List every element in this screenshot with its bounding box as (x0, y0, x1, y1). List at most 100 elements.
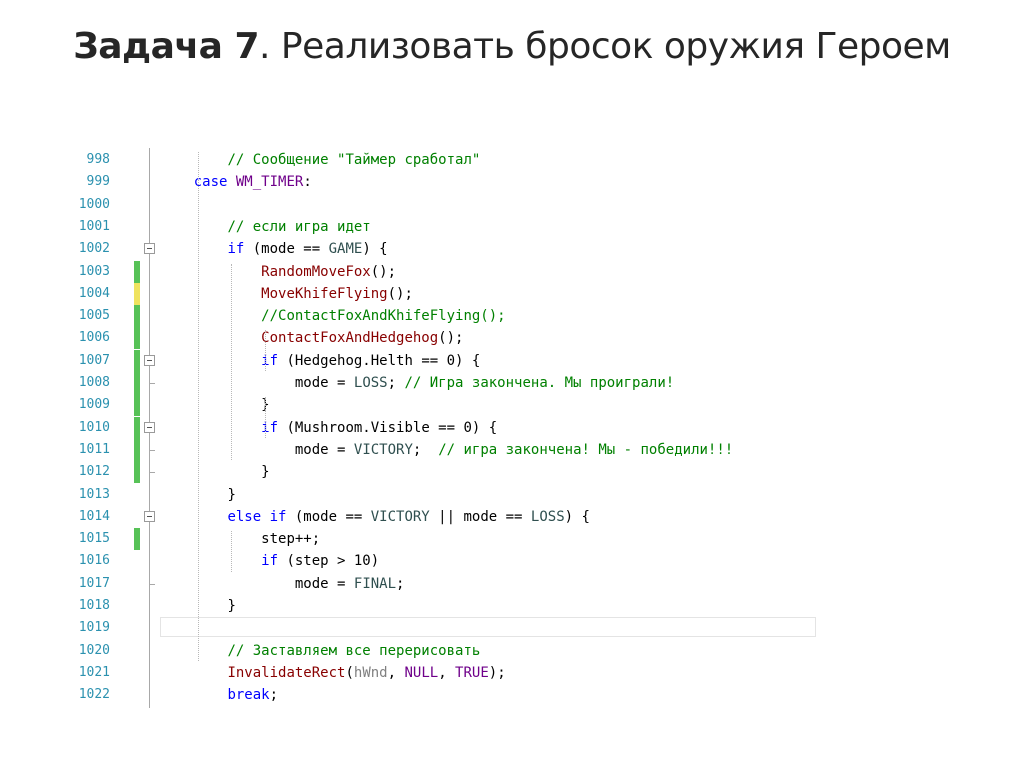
code-text[interactable]: step++; (261, 528, 320, 550)
indent-guide (231, 531, 233, 572)
code-editor[interactable]: 998 // Сообщение "Таймер сработал" 999 case… (60, 148, 816, 708)
code-token: // Заставляем все перерисовать (227, 642, 481, 659)
code-text[interactable]: break; (227, 684, 278, 706)
code-token: , (438, 664, 456, 681)
code-text[interactable]: mode = FINAL; (295, 573, 405, 595)
code-text[interactable]: if (step > 10) (261, 550, 379, 572)
code-text[interactable]: } (227, 595, 235, 617)
code-token: (mode == (294, 508, 371, 525)
code-token: NULL (404, 664, 439, 681)
code-token: hWnd (353, 664, 388, 681)
code-text[interactable]: mode = LOSS; // Игра закончена. Мы проиг… (295, 372, 674, 394)
line-number: 1004 (78, 285, 110, 301)
code-text[interactable]: ContactFoxAndHedgehog(); (261, 327, 463, 349)
line-number: 1006 (78, 330, 110, 346)
code-token: ); (488, 664, 506, 681)
line-number: 1002 (78, 241, 110, 257)
line-number: 1019 (78, 620, 110, 636)
slide-title-bold: Задача 7 (73, 26, 260, 67)
code-line[interactable]: 1014 else if (mode == VICTORY || mode == … (60, 506, 816, 528)
code-token: // Игра закончена. Мы проиграли! (404, 375, 675, 391)
code-token: ( (345, 664, 354, 681)
code-line[interactable]: 1011 mode = VICTORY; // игра закончена! М… (60, 438, 816, 461)
code-text[interactable]: if (mode == GAME) { (227, 238, 387, 260)
line-number: 1014 (78, 508, 110, 524)
outline-end-tick (149, 472, 155, 474)
outline-end-tick (149, 383, 155, 384)
code-token: RandomMoveFox (261, 263, 371, 280)
code-text[interactable]: //ContactFoxAndKhifeFlying(); (261, 305, 505, 327)
code-line[interactable]: 1018} (60, 595, 816, 617)
code-token: MoveKhifeFlying (261, 285, 388, 302)
code-text[interactable]: MoveKhifeFlying(); (261, 283, 413, 305)
line-number: 1022 (78, 687, 110, 703)
indent-guide (197, 152, 199, 661)
line-number: 1015 (78, 531, 110, 547)
collapse-icon[interactable] (144, 354, 155, 366)
code-line[interactable]: 1007 if (Hedgehog.Helth == 0) { (60, 349, 816, 372)
change-marker (134, 349, 140, 372)
code-token: (step > 10) (286, 553, 380, 570)
code-line[interactable]: 1021 InvalidateRect(hWnd, NULL, TRUE); (60, 662, 816, 684)
code-line[interactable]: 1012} (60, 461, 816, 484)
code-token: else if (227, 508, 295, 525)
code-token: VICTORY (370, 508, 430, 525)
code-text[interactable]: mode = VICTORY; // игра закончена! Мы - … (295, 439, 733, 461)
code-line[interactable]: 1009} (60, 394, 816, 417)
code-text[interactable]: case WM_TIMER: (194, 171, 312, 193)
code-line[interactable]: 1016 if (step > 10) (60, 550, 816, 572)
code-line[interactable]: 1003 RandomMoveFox(); (60, 260, 816, 283)
code-line[interactable]: 1000 (60, 194, 816, 216)
line-number: 1021 (78, 664, 110, 680)
code-line[interactable]: 998 // Сообщение "Таймер сработал" (60, 149, 816, 171)
code-line[interactable]: 1006 ContactFoxAndHedgehog(); (60, 327, 816, 350)
code-line[interactable]: 999 case WM_TIMER: (60, 171, 816, 193)
code-text[interactable]: RandomMoveFox(); (261, 261, 396, 283)
code-token: (); (438, 330, 464, 347)
code-line[interactable]: 1017 mode = FINAL; (60, 573, 816, 595)
code-token: WM_TIMER (235, 174, 304, 191)
code-line[interactable]: 1020 // Заставляем все перерисовать (60, 640, 816, 662)
code-token: } (227, 486, 236, 503)
code-text[interactable]: } (261, 461, 269, 483)
collapse-icon[interactable] (144, 510, 155, 522)
collapse-icon[interactable] (144, 421, 155, 433)
code-line[interactable]: 1013} (60, 484, 816, 506)
code-line[interactable]: 1001 // если игра идет (60, 216, 816, 238)
code-text[interactable]: // Заставляем все перерисовать (227, 640, 480, 662)
code-line[interactable]: 1010 if (Mushroom.Visible == 0) { (60, 416, 816, 439)
indent-guide (265, 397, 267, 438)
line-number: 998 (86, 152, 110, 167)
line-number: 1003 (78, 263, 110, 279)
line-number: 1016 (78, 553, 110, 569)
outline-end-tick (149, 583, 155, 585)
code-text[interactable]: if (Hedgehog.Helth == 0) { (261, 350, 480, 372)
code-text[interactable]: } (227, 484, 235, 506)
code-token: LOSS (530, 508, 565, 525)
code-token: : (303, 174, 312, 191)
change-marker (134, 282, 140, 305)
code-text[interactable]: InvalidateRect(hWnd, NULL, TRUE); (227, 662, 505, 684)
code-text[interactable]: else if (mode == VICTORY || mode == LOSS… (227, 506, 589, 528)
change-marker (134, 461, 140, 484)
line-number: 1018 (78, 598, 110, 613)
code-line[interactable]: 1019 (60, 617, 816, 639)
code-token: } (227, 598, 236, 614)
change-marker (134, 372, 140, 394)
line-number: 1010 (78, 419, 110, 435)
code-line[interactable]: 1005 //ContactFoxAndKhifeFlying(); (60, 305, 816, 328)
code-text[interactable]: // Сообщение "Таймер сработал" (227, 149, 480, 171)
code-text[interactable]: if (Mushroom.Visible == 0) { (261, 417, 497, 439)
outline-end-tick (149, 449, 155, 451)
line-number: 1000 (78, 196, 110, 212)
code-line[interactable]: 1008 mode = LOSS; // Игра закончена. Мы п… (60, 372, 816, 394)
code-line[interactable]: 1022 break; (60, 684, 816, 706)
code-token: VICTORY (353, 441, 413, 458)
code-line[interactable]: 1002 if (mode == GAME) { (60, 238, 816, 260)
code-line[interactable]: 1004 MoveKhifeFlying(); (60, 282, 816, 305)
code-text[interactable]: // если игра идет (227, 216, 370, 238)
collapse-icon[interactable] (144, 243, 155, 255)
line-number: 999 (86, 174, 110, 190)
code-line[interactable]: 1015 step++; (60, 528, 816, 551)
code-token: step++; (261, 531, 321, 548)
